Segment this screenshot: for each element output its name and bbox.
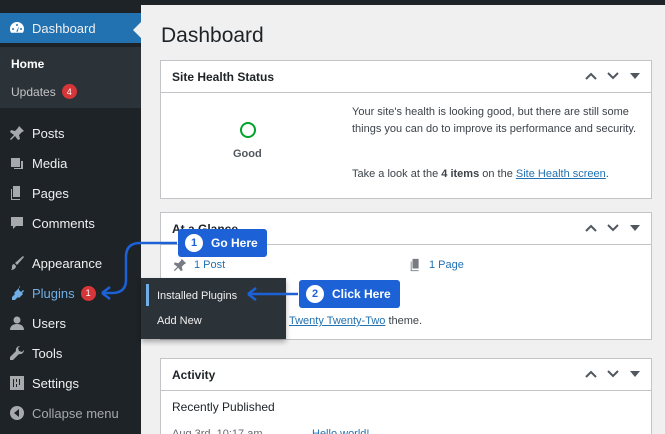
media-icon (9, 155, 25, 171)
widget-title: Site Health Status (172, 69, 275, 84)
plugins-flyout-menu: Installed Plugins Add New (141, 278, 286, 339)
health-items-suffix: . (605, 168, 609, 180)
sidebar-item-label: Media (32, 155, 68, 171)
pushpin-icon (173, 258, 187, 277)
sidebar-item-users[interactable]: Users (0, 308, 141, 338)
move-down-icon[interactable] (606, 367, 620, 386)
move-up-icon[interactable] (584, 367, 598, 386)
callout-step-number: 2 (306, 285, 324, 303)
post-count-link[interactable]: 1 Post (194, 257, 225, 274)
sidebar-item-label: Dashboard (32, 20, 96, 36)
dashboard-gauge-icon (9, 20, 25, 36)
page-title: Dashboard (161, 24, 264, 47)
paintbrush-icon (9, 255, 25, 271)
sidebar-item-plugins[interactable]: Plugins 1 (0, 278, 141, 308)
site-health-screen-link[interactable]: Site Health screen (516, 168, 606, 180)
submenu-updates-label: Updates (11, 84, 56, 99)
widget-header: Site Health Status (161, 61, 651, 93)
site-health-widget: Site Health Status Good Your site's heal… (160, 60, 652, 199)
health-items-line: Take a look at the 4 items on the Site H… (352, 166, 647, 183)
theme-suffix: theme. (385, 315, 423, 327)
widget-title: Activity (172, 367, 216, 382)
plugin-icon (9, 285, 25, 301)
theme-link[interactable]: Twenty Twenty-Two (289, 315, 385, 327)
sidebar-item-label: Appearance (32, 255, 103, 271)
pages-icon (9, 185, 25, 201)
collapse-menu-button[interactable]: Collapse menu (0, 398, 141, 428)
health-items-prefix: Take a look at the (352, 168, 442, 180)
widget-controls (584, 69, 642, 88)
callout-click-here: 2 Click Here (299, 280, 400, 308)
health-items-middle: on the (479, 168, 516, 180)
sidebar-item-label: Users (32, 315, 66, 331)
sidebar-item-posts[interactable]: Posts (0, 118, 141, 148)
dashboard-submenu: Home Updates 4 (0, 47, 141, 108)
pages-icon (409, 258, 423, 277)
activity-post-link[interactable]: Hello world! (312, 426, 369, 434)
toggle-panel-icon[interactable] (628, 69, 642, 88)
recently-published-heading: Recently Published (172, 400, 275, 414)
toggle-panel-icon[interactable] (628, 221, 642, 240)
sidebar-item-label: Tools (32, 345, 63, 361)
activity-date: Aug 3rd, 10:17 am (172, 428, 263, 434)
flyout-add-new[interactable]: Add New (157, 315, 202, 327)
sidebar-item-dashboard[interactable]: Dashboard (0, 13, 141, 43)
sidebar-item-pages[interactable]: Pages (0, 178, 141, 208)
admin-sidebar: Dashboard Home Updates 4 Posts Media Pag… (0, 5, 141, 434)
toggle-panel-icon[interactable] (628, 367, 642, 386)
user-icon (9, 315, 25, 331)
wrench-icon (9, 345, 25, 361)
widget-controls (584, 367, 642, 386)
callout-label: Click Here (332, 287, 391, 301)
activity-widget: Activity Recently Published Aug 3rd, 10:… (160, 358, 652, 434)
plugins-count-badge: 1 (80, 285, 96, 301)
sidebar-item-comments[interactable]: Comments (0, 208, 141, 238)
move-up-icon[interactable] (584, 69, 598, 88)
health-status-indicator (240, 122, 256, 138)
widget-header: Activity (161, 359, 651, 391)
callout-step-number: 1 (185, 234, 203, 252)
callout-label: Go Here (211, 236, 258, 250)
sidebar-item-label: Settings (32, 375, 79, 391)
sidebar-item-label: Plugins (32, 285, 75, 301)
move-up-icon[interactable] (584, 221, 598, 240)
sidebar-item-label: Collapse menu (32, 405, 119, 421)
sidebar-item-label: Pages (32, 185, 69, 201)
active-indicator (146, 284, 149, 306)
move-down-icon[interactable] (606, 221, 620, 240)
move-down-icon[interactable] (606, 69, 620, 88)
theme-line: Twenty Twenty-Two theme. (289, 313, 422, 330)
pushpin-icon (9, 125, 25, 141)
flyout-installed-plugins[interactable]: Installed Plugins (157, 290, 237, 302)
widget-controls (584, 221, 642, 240)
submenu-updates[interactable]: Updates 4 (11, 84, 77, 99)
sidebar-item-settings[interactable]: Settings (0, 368, 141, 398)
health-status-label: Good (233, 148, 262, 160)
sidebar-item-appearance[interactable]: Appearance (0, 248, 141, 278)
sidebar-item-label: Posts (32, 125, 65, 141)
collapse-arrow-icon (9, 405, 25, 421)
sidebar-item-tools[interactable]: Tools (0, 338, 141, 368)
comment-icon (9, 215, 25, 231)
health-items-count: 4 items (441, 168, 480, 180)
page-count-link[interactable]: 1 Page (429, 257, 464, 274)
health-message: Your site's health is looking good, but … (352, 106, 637, 135)
callout-go-here: 1 Go Here (178, 229, 267, 257)
settings-sliders-icon (9, 375, 25, 391)
sidebar-item-media[interactable]: Media (0, 148, 141, 178)
submenu-home[interactable]: Home (11, 57, 44, 71)
updates-count-badge: 4 (61, 84, 77, 99)
sidebar-item-label: Comments (32, 215, 95, 231)
